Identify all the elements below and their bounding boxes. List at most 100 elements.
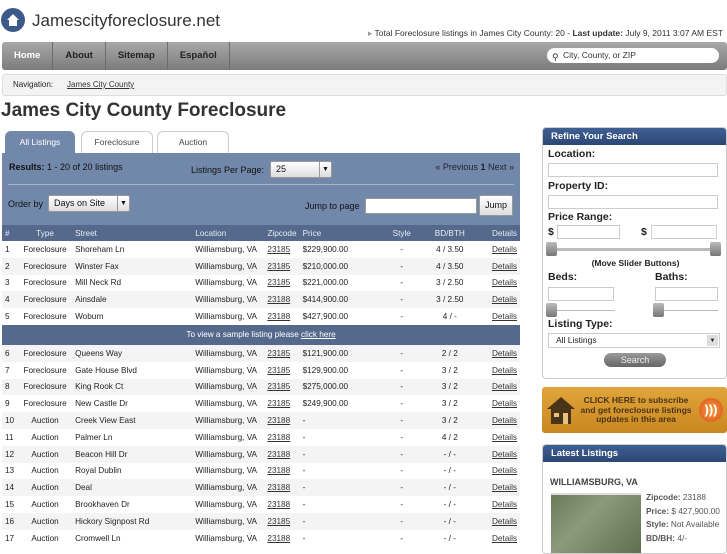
table-row[interactable]: 6 Foreclosure Queens Way Williamsburg, VA 23…: [2, 344, 520, 362]
zipcode-link[interactable]: 23188: [267, 433, 290, 442]
order-by-select[interactable]: Days on Site ▼: [48, 195, 130, 212]
details-link[interactable]: Details: [492, 278, 517, 287]
jump-button[interactable]: Jump: [479, 195, 513, 216]
latest-city[interactable]: WILLIAMSBURG, VA: [550, 477, 638, 487]
table-row[interactable]: 1 Foreclosure Shoreham Ln Williamsburg, VA 2…: [2, 241, 520, 258]
table-row[interactable]: 13 Auction Royal Dublin Williamsburg, VA 231…: [2, 463, 520, 480]
zipcode-link[interactable]: 23185: [267, 262, 290, 271]
details-link[interactable]: Details: [492, 366, 517, 375]
table-row[interactable]: 12 Auction Beacon Hill Dr Williamsburg, VA 2…: [2, 445, 520, 463]
details-link[interactable]: Details: [492, 466, 517, 475]
zipcode-link[interactable]: 23185: [267, 366, 290, 375]
listing-aerial-photo[interactable]: [551, 493, 641, 553]
house-logo-icon[interactable]: [1, 8, 25, 32]
cell-location: Williamsburg, VA: [195, 432, 258, 442]
max-price-input[interactable]: [651, 225, 717, 239]
tab-foreclosure[interactable]: Foreclosure: [81, 131, 153, 153]
zipcode-link[interactable]: 23188: [267, 483, 290, 492]
sample-link[interactable]: click here: [301, 330, 336, 339]
table-row[interactable]: 8 Foreclosure King Rook Ct Williamsburg, VA…: [2, 378, 520, 396]
zipcode-link[interactable]: 23185: [267, 349, 290, 358]
column-header-street[interactable]: Street: [72, 225, 193, 241]
table-row[interactable]: 9 Foreclosure New Castle Dr Williamsburg, V…: [2, 395, 520, 412]
zipcode-link[interactable]: 23188: [267, 295, 290, 304]
table-row[interactable]: 16 Auction Hickory Signpost Rd Williamsburg…: [2, 512, 520, 530]
search-input[interactable]: ⚲ City, County, or ZIP: [547, 48, 719, 63]
details-link[interactable]: Details: [492, 349, 517, 358]
details-link[interactable]: Details: [492, 382, 517, 391]
zipcode-link[interactable]: 23185: [267, 517, 290, 526]
beds-input[interactable]: [548, 287, 614, 301]
details-link[interactable]: Details: [492, 517, 517, 526]
zipcode-link[interactable]: 23185: [267, 399, 290, 408]
zipcode-link[interactable]: 23188: [267, 416, 290, 425]
column-header-price[interactable]: Price: [299, 225, 384, 241]
zipcode-link[interactable]: 23188: [267, 312, 290, 321]
details-link[interactable]: Details: [492, 483, 517, 492]
zipcode-link[interactable]: 23188: [267, 450, 290, 459]
zipcode-link[interactable]: 23185: [267, 382, 290, 391]
search-button[interactable]: Search: [604, 353, 666, 367]
table-row[interactable]: 10 Auction Creek View East Williamsburg, VA…: [2, 412, 520, 429]
details-link[interactable]: Details: [492, 534, 517, 543]
nav-sitemap[interactable]: Sitemap: [106, 42, 168, 70]
table-row[interactable]: 3 Foreclosure Mill Neck Rd Williamsburg, VA…: [2, 275, 520, 292]
column-header-type[interactable]: Type: [18, 225, 73, 241]
details-link[interactable]: Details: [492, 433, 517, 442]
tab-all-listings[interactable]: All Listings: [5, 131, 75, 153]
min-price-input[interactable]: [557, 225, 620, 239]
price-max-slider-handle[interactable]: [710, 242, 721, 256]
zipcode-link[interactable]: 23188: [267, 500, 290, 509]
baths-slider-handle[interactable]: [653, 303, 664, 317]
details-link[interactable]: Details: [492, 500, 517, 509]
table-row[interactable]: 5 Foreclosure Woburn Williamsburg, VA 23188 $…: [2, 308, 520, 325]
zipcode-link[interactable]: 23188: [267, 534, 290, 543]
zipcode-link[interactable]: 23188: [267, 466, 290, 475]
cell-bdbth: 3 / 2.50: [436, 278, 464, 288]
zipcode-link[interactable]: 23185: [267, 278, 290, 287]
column-header-zipcode[interactable]: Zipcode: [264, 225, 300, 241]
table-row[interactable]: 2 Foreclosure Winster Fax Williamsburg, VA 2…: [2, 257, 520, 275]
cell-street: Creek View East: [72, 412, 193, 429]
baths-input[interactable]: [655, 287, 718, 301]
next-page-link[interactable]: Next »: [488, 162, 514, 172]
breadcrumb-link[interactable]: James City County: [67, 80, 134, 89]
table-row[interactable]: 14 Auction Deal Williamsburg, VA 23188- - - / …: [2, 479, 520, 497]
nav-espanol[interactable]: Español: [168, 42, 230, 70]
details-link[interactable]: Details: [492, 245, 517, 254]
per-page-select[interactable]: 25 ▼: [270, 161, 332, 178]
table-row[interactable]: 15 Auction Brookhaven Dr Williamsburg, VA 23…: [2, 496, 520, 513]
cell-bdbth: 3 / 2.50: [419, 291, 480, 309]
listing-type-select[interactable]: All Listings ▼: [548, 333, 720, 348]
table-row[interactable]: 7 Foreclosure Gate House Blvd Williamsburg,…: [2, 362, 520, 379]
details-link[interactable]: Details: [492, 262, 517, 271]
table-row[interactable]: 17 Auction Cromwell Ln Williamsburg, VA 2318…: [2, 530, 520, 547]
location-input[interactable]: [548, 163, 718, 177]
table-row[interactable]: 11 Auction Palmer Ln Williamsburg, VA 23188 -…: [2, 429, 520, 446]
details-link[interactable]: Details: [492, 416, 517, 425]
column-header-bdbth[interactable]: BD/BTH: [419, 225, 480, 241]
price-min-slider-handle[interactable]: [546, 242, 557, 256]
table-row[interactable]: 4 Foreclosure Ainsdale Williamsburg, VA 2318…: [2, 291, 520, 309]
details-link[interactable]: Details: [492, 295, 517, 304]
details-link[interactable]: Details: [492, 399, 517, 408]
jump-page-input[interactable]: [365, 198, 477, 214]
nav-about[interactable]: About: [53, 42, 106, 70]
site-title[interactable]: Jamescityforeclosure.net: [32, 11, 220, 31]
prev-page-link[interactable]: « Previous: [435, 162, 478, 172]
zipcode-link[interactable]: 23185: [267, 245, 290, 254]
cell-num: 5: [5, 312, 10, 322]
tab-auction[interactable]: Auction: [157, 131, 229, 153]
cell-location: Williamsburg, VA: [195, 312, 258, 322]
column-header-style[interactable]: Style: [383, 225, 420, 241]
column-header-details[interactable]: Details: [479, 225, 520, 241]
column-header-num[interactable]: #: [2, 225, 19, 241]
property-id-input[interactable]: [548, 195, 718, 209]
nav-home[interactable]: Home: [2, 42, 54, 70]
column-header-location[interactable]: Location: [192, 225, 265, 241]
subscribe-banner[interactable]: CLICK HERE to subscribe and get foreclos…: [542, 387, 727, 433]
details-link[interactable]: Details: [492, 312, 517, 321]
cell-location: Williamsburg, VA: [192, 445, 265, 463]
details-link[interactable]: Details: [492, 450, 517, 459]
beds-slider-handle[interactable]: [546, 303, 557, 317]
